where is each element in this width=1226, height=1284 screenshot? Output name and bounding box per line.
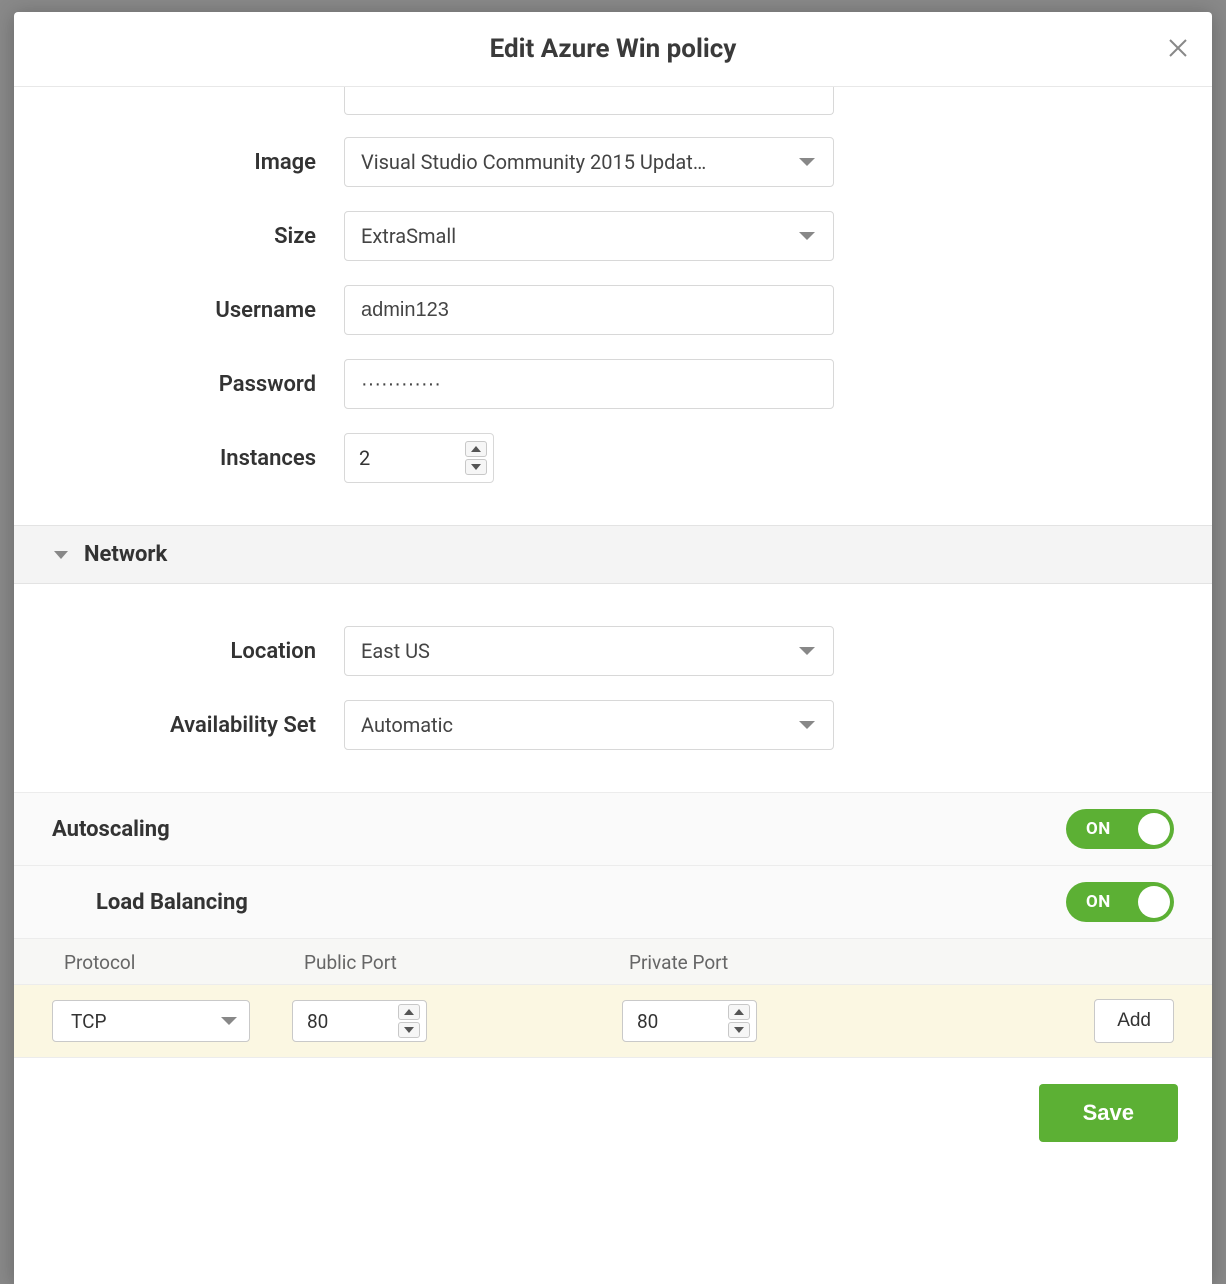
public-port-stepper[interactable]: 80 bbox=[292, 1000, 427, 1042]
instances-stepper[interactable]: 2 bbox=[344, 433, 494, 483]
public-port-increment[interactable] bbox=[398, 1004, 420, 1020]
instances-increment[interactable] bbox=[465, 441, 487, 457]
triangle-down-icon bbox=[404, 1027, 414, 1033]
image-select[interactable]: Visual Studio Community 2015 Updat… bbox=[344, 137, 834, 187]
autoscaling-label: Autoscaling bbox=[52, 817, 170, 842]
username-input[interactable] bbox=[344, 285, 834, 335]
chevron-down-icon bbox=[54, 551, 68, 559]
load-balancing-toggle[interactable]: ON bbox=[1066, 882, 1174, 922]
close-icon bbox=[1167, 37, 1189, 59]
modal-header: Edit Azure Win policy bbox=[14, 12, 1212, 87]
protocol-column-header: Protocol bbox=[64, 951, 304, 974]
chevron-down-icon bbox=[221, 1017, 237, 1025]
private-port-column-header: Private Port bbox=[629, 951, 1174, 974]
triangle-up-icon bbox=[734, 1009, 744, 1015]
protocol-select[interactable]: TCP bbox=[52, 1000, 250, 1042]
close-button[interactable] bbox=[1164, 34, 1192, 62]
size-label: Size bbox=[14, 224, 344, 249]
chevron-down-icon bbox=[799, 158, 815, 166]
autoscaling-toggle[interactable]: ON bbox=[1066, 809, 1174, 849]
load-balancing-label: Load Balancing bbox=[96, 890, 248, 915]
save-button[interactable]: Save bbox=[1039, 1084, 1178, 1142]
availability-set-value: Automatic bbox=[361, 713, 799, 737]
port-table-header: Protocol Public Port Private Port bbox=[14, 938, 1212, 984]
add-port-button[interactable]: Add bbox=[1094, 999, 1174, 1043]
location-select[interactable]: East US bbox=[344, 626, 834, 676]
triangle-up-icon bbox=[404, 1009, 414, 1015]
location-value: East US bbox=[361, 639, 799, 663]
size-select[interactable]: ExtraSmall bbox=[344, 211, 834, 261]
password-label: Password bbox=[14, 372, 344, 397]
instances-value: 2 bbox=[359, 446, 465, 470]
autoscaling-row: Autoscaling ON bbox=[14, 792, 1212, 865]
load-balancing-row: Load Balancing ON bbox=[14, 865, 1212, 938]
truncated-field[interactable] bbox=[344, 87, 834, 115]
chevron-down-icon bbox=[799, 721, 815, 729]
protocol-value: TCP bbox=[71, 1010, 221, 1033]
public-port-value: 80 bbox=[307, 1010, 398, 1033]
private-port-decrement[interactable] bbox=[728, 1022, 750, 1038]
autoscaling-toggle-text: ON bbox=[1086, 819, 1111, 839]
load-balancing-toggle-text: ON bbox=[1086, 892, 1111, 912]
location-label: Location bbox=[14, 639, 344, 664]
instances-decrement[interactable] bbox=[465, 459, 487, 475]
port-table-row: TCP 80 80 Add bbox=[14, 984, 1212, 1058]
instances-label: Instances bbox=[14, 446, 344, 471]
availability-set-select[interactable]: Automatic bbox=[344, 700, 834, 750]
triangle-down-icon bbox=[734, 1027, 744, 1033]
chevron-down-icon bbox=[799, 647, 815, 655]
private-port-value: 80 bbox=[637, 1010, 728, 1033]
size-value: ExtraSmall bbox=[361, 224, 799, 248]
public-port-decrement[interactable] bbox=[398, 1022, 420, 1038]
password-input[interactable] bbox=[344, 359, 834, 409]
modal-title: Edit Azure Win policy bbox=[490, 34, 737, 64]
network-section-title: Network bbox=[84, 542, 167, 567]
public-port-column-header: Public Port bbox=[304, 951, 629, 974]
triangle-up-icon bbox=[471, 446, 481, 452]
private-port-increment[interactable] bbox=[728, 1004, 750, 1020]
network-section-header[interactable]: Network bbox=[14, 525, 1212, 584]
image-value: Visual Studio Community 2015 Updat… bbox=[361, 150, 799, 174]
triangle-down-icon bbox=[471, 464, 481, 470]
edit-policy-modal: Edit Azure Win policy Image bbox=[14, 12, 1212, 1284]
image-label: Image bbox=[14, 150, 344, 175]
availability-set-label: Availability Set bbox=[14, 713, 344, 738]
network-section: Location East US Availability Set Automa… bbox=[14, 584, 1212, 792]
vm-settings-section: Image Visual Studio Community 2015 Updat… bbox=[14, 87, 1212, 525]
chevron-down-icon bbox=[799, 232, 815, 240]
toggle-knob bbox=[1138, 886, 1170, 918]
modal-footer: Save bbox=[14, 1058, 1212, 1172]
private-port-stepper[interactable]: 80 bbox=[622, 1000, 757, 1042]
toggle-knob bbox=[1138, 813, 1170, 845]
modal-body: Image Visual Studio Community 2015 Updat… bbox=[14, 87, 1212, 1284]
username-label: Username bbox=[14, 298, 344, 323]
